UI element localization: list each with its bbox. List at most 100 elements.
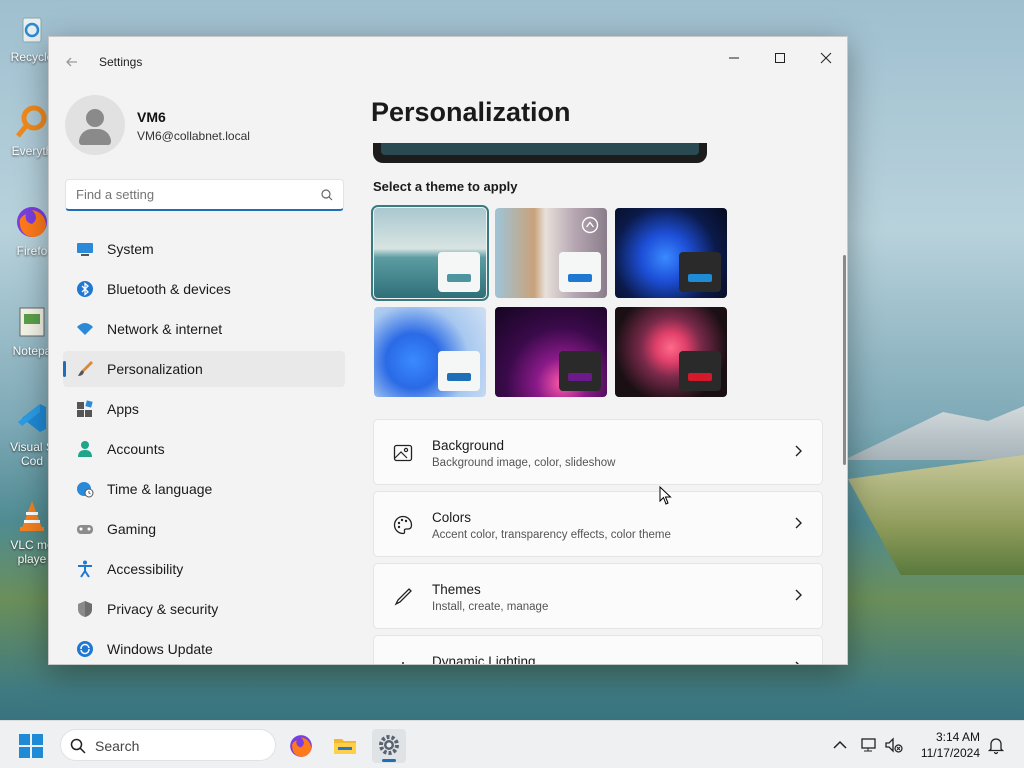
close-button[interactable] xyxy=(803,43,847,75)
theme-thumbnail-bloom-dark[interactable] xyxy=(615,208,727,298)
bluetooth-icon xyxy=(75,279,95,299)
sidebar-item-label: Gaming xyxy=(107,521,157,537)
apps-icon xyxy=(75,399,95,419)
arrow-left-icon xyxy=(66,57,77,67)
brush-icon xyxy=(75,359,95,379)
taskbar: Search 3:14 AM 11/17/2024 xyxy=(0,720,1024,768)
everything-search-icon xyxy=(16,105,47,138)
card-subtitle: Install, create, manage xyxy=(432,601,549,613)
taskbar-search-box[interactable]: Search xyxy=(60,729,276,761)
chevron-up-icon[interactable] xyxy=(830,735,850,755)
back-button[interactable] xyxy=(61,51,83,73)
sidebar-item-bluetooth[interactable]: Bluetooth & devices xyxy=(63,271,345,307)
chevron-right-icon xyxy=(795,589,802,601)
windows-start-icon[interactable] xyxy=(18,733,44,759)
settings-window: Settings VM6 VM6@collabnet.local System … xyxy=(48,36,848,665)
sidebar-item-personalization[interactable]: Personalization xyxy=(63,351,345,387)
sidebar-item-label: Time & language xyxy=(107,481,213,497)
sidebar-item-time-language[interactable]: Time & language xyxy=(63,471,345,507)
main-content: Personalization Select a theme to apply … xyxy=(371,85,831,665)
network-status-icon[interactable] xyxy=(860,735,880,755)
recycle-bin-icon xyxy=(22,17,42,43)
themes-settings-card[interactable]: Themes Install, create, manage xyxy=(373,563,823,629)
taskbar-app-settings[interactable] xyxy=(372,729,406,763)
dynamic-lighting-settings-card[interactable]: Dynamic Lighting xyxy=(373,635,823,665)
sidebar-item-label: Personalization xyxy=(107,361,203,377)
sidebar-item-label: Bluetooth & devices xyxy=(107,281,231,297)
sidebar-nav: System Bluetooth & devices Network & int… xyxy=(63,231,345,664)
minimize-button[interactable] xyxy=(711,43,757,75)
update-icon xyxy=(75,639,95,659)
firefox-icon xyxy=(17,207,47,237)
gamepad-icon xyxy=(75,519,95,539)
search-input[interactable] xyxy=(65,179,344,211)
globe-clock-icon xyxy=(75,479,95,499)
sidebar-item-gaming[interactable]: Gaming xyxy=(63,511,345,547)
vlc-cone-icon xyxy=(20,501,44,531)
app-title: Settings xyxy=(99,55,143,69)
sidebar-item-label: Accounts xyxy=(107,441,165,457)
search-icon xyxy=(70,738,86,754)
theme-color-chip xyxy=(559,252,601,292)
sidebar-item-accessibility[interactable]: Accessibility xyxy=(63,551,345,587)
theme-thumbnail-bloom-light[interactable] xyxy=(374,307,486,397)
card-subtitle: Background image, color, slideshow xyxy=(432,457,616,469)
card-title: Background xyxy=(432,438,505,453)
shield-icon xyxy=(75,599,95,619)
gear-icon xyxy=(379,735,399,755)
desktop-wallpaper-hill xyxy=(844,406,1024,460)
bell-icon[interactable] xyxy=(986,735,1006,755)
palette-icon xyxy=(393,515,413,535)
theme-color-chip xyxy=(438,351,480,391)
theme-color-chip xyxy=(438,252,480,292)
taskbar-app-file-explorer[interactable] xyxy=(328,729,362,763)
chevron-right-icon xyxy=(795,661,799,664)
theme-thumbnail-captured-motion[interactable] xyxy=(615,307,727,397)
sidebar-item-network[interactable]: Network & internet xyxy=(63,311,345,347)
theme-thumbnail-lake[interactable] xyxy=(371,205,489,301)
avatar xyxy=(65,95,125,155)
active-app-indicator xyxy=(382,759,396,762)
sidebar-item-apps[interactable]: Apps xyxy=(63,391,345,427)
chevron-right-icon xyxy=(795,445,802,457)
accessibility-icon xyxy=(75,559,95,579)
background-settings-card[interactable]: Background Background image, color, slid… xyxy=(373,419,823,485)
firefox-icon xyxy=(290,735,312,757)
sidebar-item-label: Windows Update xyxy=(107,641,213,657)
notepad-icon xyxy=(19,307,45,337)
user-profile[interactable]: VM6 VM6@collabnet.local xyxy=(65,93,355,157)
page-title: Personalization xyxy=(371,97,571,127)
lighting-icon xyxy=(402,662,404,664)
card-title: Dynamic Lighting xyxy=(432,654,536,665)
sidebar-item-accounts[interactable]: Accounts xyxy=(63,431,345,467)
theme-preview xyxy=(373,143,707,163)
wifi-icon xyxy=(75,319,95,339)
sidebar-item-privacy[interactable]: Privacy & security xyxy=(63,591,345,627)
search-icon xyxy=(321,189,333,201)
card-subtitle: Accent color, transparency effects, colo… xyxy=(432,529,671,541)
maximize-icon xyxy=(775,53,785,63)
taskbar-search-label: Search xyxy=(95,738,140,754)
monitor-icon xyxy=(75,239,95,259)
colors-settings-card[interactable]: Colors Accent color, transparency effect… xyxy=(373,491,823,557)
sidebar-item-system[interactable]: System xyxy=(63,231,345,267)
close-icon xyxy=(820,52,832,64)
image-icon xyxy=(393,444,413,462)
pen-icon xyxy=(394,588,412,606)
volume-muted-icon[interactable] xyxy=(884,735,904,755)
title-bar[interactable]: Settings xyxy=(49,37,847,85)
theme-thumbnail-glow[interactable] xyxy=(495,307,607,397)
folder-icon xyxy=(334,739,356,754)
mouse-cursor-icon xyxy=(659,486,672,505)
sidebar-item-windows-update[interactable]: Windows Update xyxy=(63,631,345,664)
maximize-button[interactable] xyxy=(757,43,803,75)
themes-section-label: Select a theme to apply xyxy=(373,179,518,194)
desktop-wallpaper-grass xyxy=(848,455,1024,575)
taskbar-app-firefox[interactable] xyxy=(284,729,318,763)
theme-color-chip xyxy=(679,351,721,391)
card-title: Colors xyxy=(432,510,472,525)
chevron-right-icon xyxy=(795,517,802,529)
theme-thumbnail-flowers[interactable] xyxy=(495,208,607,298)
content-scrollbar[interactable] xyxy=(843,255,846,465)
taskbar-clock[interactable]: 3:14 AM 11/17/2024 xyxy=(921,729,980,761)
